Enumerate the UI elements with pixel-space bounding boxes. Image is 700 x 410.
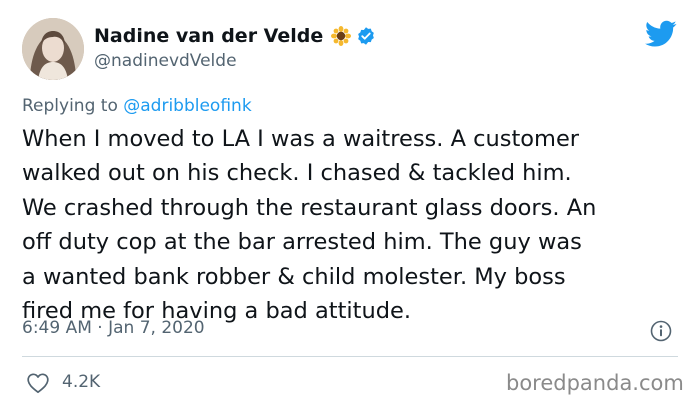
avatar[interactable] (22, 18, 84, 80)
tweet-line: We crashed through the restaurant glass … (22, 194, 597, 221)
info-icon[interactable] (650, 320, 672, 342)
divider (22, 356, 678, 357)
verified-badge-icon (356, 26, 376, 46)
sunflower-icon (331, 26, 352, 46)
tweet-timestamp[interactable]: 6:49 AM · Jan 7, 2020 (22, 318, 205, 338)
twitter-bird-icon[interactable] (645, 20, 677, 48)
tweet-line: a wanted bank robber & child molester. M… (22, 263, 566, 290)
heart-icon[interactable] (26, 372, 50, 394)
replying-to-line: Replying to @adribbleofink (22, 96, 252, 116)
author-handle[interactable]: @nadinevdVelde (94, 51, 237, 71)
avatar-image (22, 18, 84, 80)
tweet-line: off duty cop at the bar arrested him. Th… (22, 229, 582, 256)
reply-prefix: Replying to (22, 96, 118, 116)
tweet-text: When I moved to LA I was a waitress. A c… (22, 122, 682, 328)
like-count: 4.2K (62, 372, 101, 392)
display-name[interactable]: Nadine van der Velde (94, 25, 323, 47)
reply-handle-link[interactable]: @adribbleofink (123, 96, 251, 116)
author-name-row: Nadine van der Velde (94, 22, 376, 50)
tweet-line: When I moved to LA I was a waitress. A c… (22, 126, 580, 152)
tweet-line: walked out on his check. I chased & tack… (22, 160, 572, 187)
watermark: boredpanda.com (506, 371, 684, 395)
